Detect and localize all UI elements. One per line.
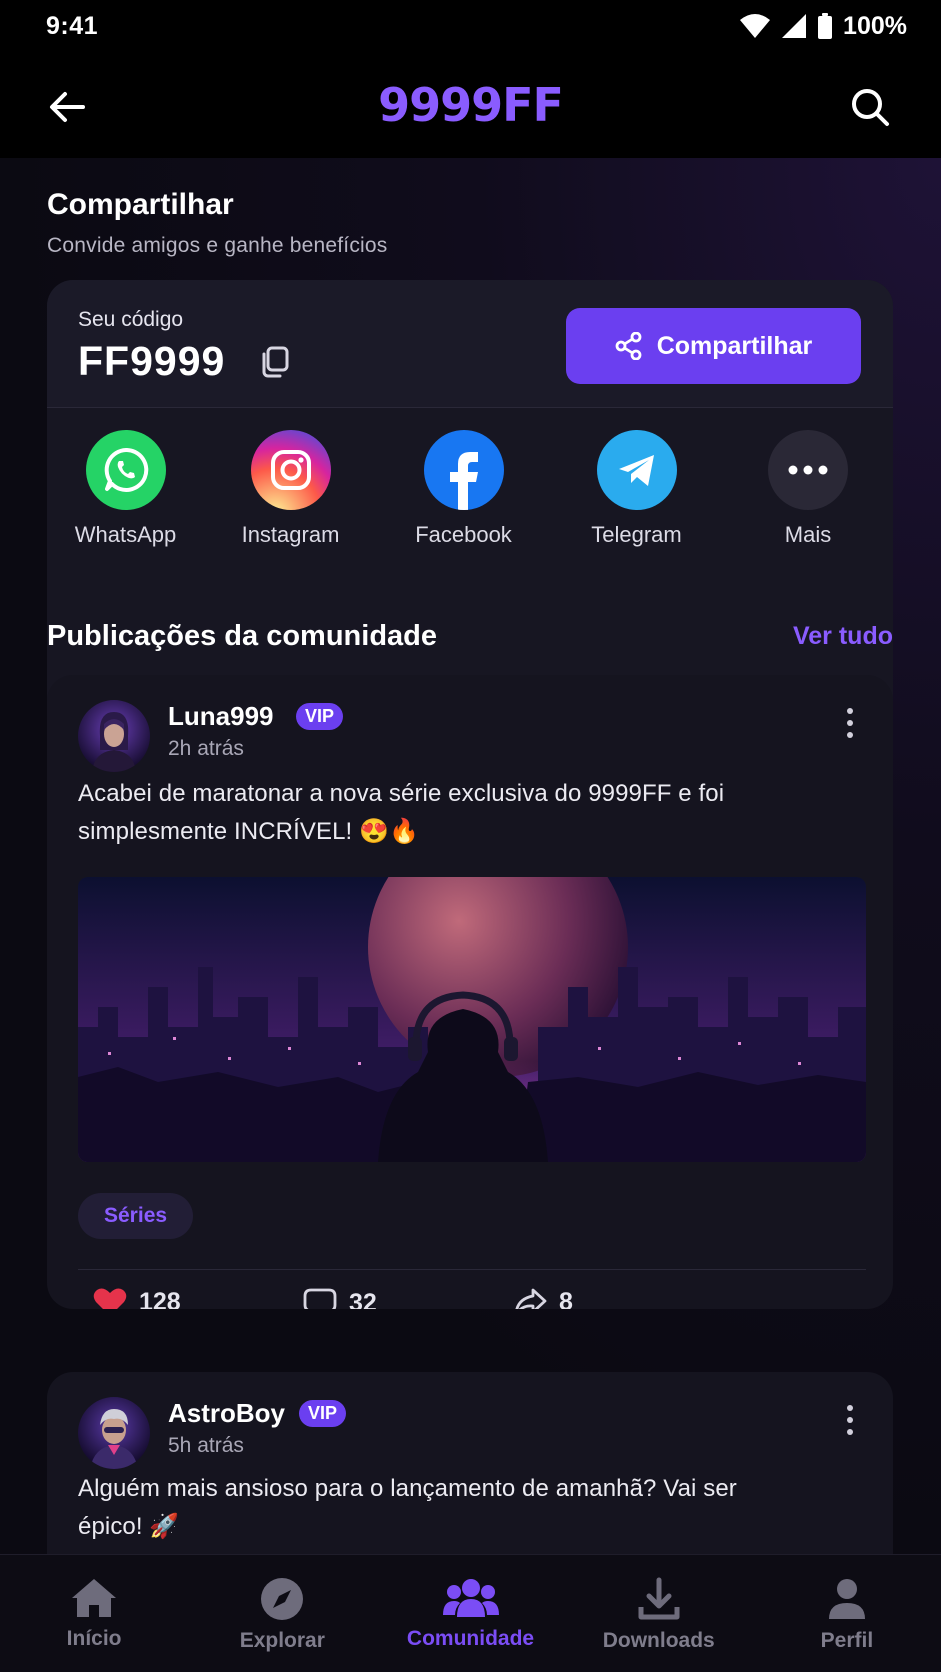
nav-item-perfil[interactable]: Perfil bbox=[753, 1555, 941, 1672]
nav-item-downloads[interactable]: Downloads bbox=[565, 1555, 753, 1672]
nav-label: Explorar bbox=[239, 1629, 325, 1652]
share-card: Seu código FF9999 Compartilhar WhatsApp … bbox=[47, 280, 893, 736]
status-bar: 9:41 100% bbox=[0, 0, 941, 52]
nav-label: Início bbox=[66, 1627, 122, 1650]
signal-icon bbox=[781, 13, 807, 39]
more-vertical-icon bbox=[847, 708, 853, 714]
nav-item-explorar[interactable]: Explorar bbox=[188, 1555, 376, 1672]
vip-badge: VIP bbox=[299, 1400, 347, 1427]
referral-code: FF9999 bbox=[78, 338, 226, 384]
share-app-facebook[interactable]: Facebook bbox=[377, 430, 550, 548]
brand-logo: 9999FF bbox=[378, 78, 564, 132]
arrow-left-icon bbox=[50, 92, 85, 122]
post-time: 5h atrás bbox=[168, 1434, 244, 1457]
share-app-label: Facebook bbox=[415, 522, 512, 547]
post-divider bbox=[78, 1269, 866, 1270]
nav-item-comunidade[interactable]: Comunidade bbox=[376, 1555, 564, 1672]
battery-level: 100% bbox=[843, 11, 907, 40]
avatar[interactable] bbox=[78, 700, 150, 772]
share-app-label: Mais bbox=[784, 522, 832, 547]
post-image[interactable] bbox=[78, 877, 866, 1162]
instagram-icon bbox=[250, 430, 331, 510]
post-tag[interactable]: Séries bbox=[78, 1193, 194, 1239]
main-content[interactable]: Compartilhar Convide amigos e ganhe bene… bbox=[0, 158, 941, 1554]
share-button[interactable]: Compartilhar bbox=[566, 308, 861, 384]
community-post[interactable]: AstroBoy VIP 5h atrás Alguém mais ansios… bbox=[47, 1372, 893, 1554]
share-count: 8 bbox=[559, 1287, 573, 1310]
download-icon bbox=[638, 1577, 680, 1620]
share-subtitle: Convide amigos e ganhe benefícios bbox=[47, 234, 388, 257]
like-button[interactable]: 128 bbox=[93, 1287, 181, 1309]
share-apps: WhatsApp Instagram Facebook Telegram Mai… bbox=[47, 430, 893, 548]
status-icons: 100% bbox=[739, 12, 907, 41]
post-text: Alguém mais ansioso para o lançamento de… bbox=[78, 1475, 737, 1540]
status-time: 9:41 bbox=[46, 11, 99, 40]
share-title: Compartilhar bbox=[47, 188, 234, 221]
share-app-label: Instagram bbox=[241, 522, 340, 547]
share-post-button[interactable]: 8 bbox=[513, 1287, 573, 1309]
home-icon bbox=[72, 1579, 117, 1617]
share-app-label: Telegram bbox=[591, 522, 682, 547]
compass-icon bbox=[261, 1578, 304, 1620]
app-bar: 9999FF bbox=[0, 52, 941, 158]
telegram-icon bbox=[596, 430, 677, 510]
search-icon bbox=[852, 89, 889, 126]
nav-label: Perfil bbox=[820, 1629, 874, 1652]
nav-item-inicio[interactable]: Início bbox=[0, 1555, 188, 1672]
bottom-navigation: Início Explorar Comunidade Downloads Per… bbox=[0, 1554, 941, 1672]
see-all-link[interactable]: Ver tudo bbox=[793, 622, 893, 651]
share-app-more[interactable]: Mais bbox=[723, 430, 893, 548]
community-post[interactable]: Luna999 VIP 2h atrás Acabei de maratonar… bbox=[47, 675, 893, 1309]
back-button[interactable] bbox=[44, 84, 90, 130]
nav-label: Comunidade bbox=[406, 1627, 535, 1650]
battery-icon bbox=[817, 13, 833, 39]
community-icon bbox=[442, 1579, 499, 1617]
more-horizontal-icon bbox=[768, 430, 848, 510]
post-options-button[interactable] bbox=[835, 703, 865, 743]
post-text: Acabei de maratonar a nova série exclusi… bbox=[78, 780, 725, 845]
heart-icon bbox=[93, 1288, 127, 1309]
post-time: 2h atrás bbox=[168, 737, 244, 760]
copy-code-button[interactable] bbox=[257, 344, 293, 380]
comment-icon bbox=[303, 1288, 337, 1309]
more-vertical-icon bbox=[847, 1405, 853, 1411]
facebook-icon bbox=[423, 430, 504, 510]
forward-icon bbox=[515, 1288, 547, 1309]
code-label: Seu código bbox=[78, 308, 184, 331]
search-button[interactable] bbox=[847, 84, 893, 130]
share-button-label: Compartilhar bbox=[656, 331, 813, 360]
avatar[interactable] bbox=[78, 1397, 150, 1469]
wifi-icon bbox=[739, 13, 771, 39]
community-section-title: Publicações da comunidade bbox=[47, 620, 437, 652]
share-app-instagram[interactable]: Instagram bbox=[204, 430, 377, 548]
comment-button[interactable]: 32 bbox=[303, 1287, 377, 1309]
whatsapp-icon bbox=[85, 430, 166, 510]
post-username[interactable]: Luna999 bbox=[168, 701, 274, 732]
vip-badge: VIP bbox=[296, 703, 344, 730]
post-options-button[interactable] bbox=[835, 1400, 865, 1440]
share-app-telegram[interactable]: Telegram bbox=[550, 430, 723, 548]
share-app-whatsapp[interactable]: WhatsApp bbox=[47, 430, 204, 548]
share-app-label: WhatsApp bbox=[74, 522, 177, 547]
profile-icon bbox=[828, 1579, 865, 1619]
nav-label: Downloads bbox=[602, 1629, 715, 1652]
post-username[interactable]: AstroBoy bbox=[168, 1398, 285, 1429]
comment-count: 32 bbox=[349, 1288, 377, 1310]
share-icon bbox=[615, 332, 642, 360]
copy-icon bbox=[262, 346, 289, 378]
like-count: 128 bbox=[139, 1287, 181, 1310]
referral-code-row: Seu código FF9999 Compartilhar bbox=[47, 280, 893, 408]
